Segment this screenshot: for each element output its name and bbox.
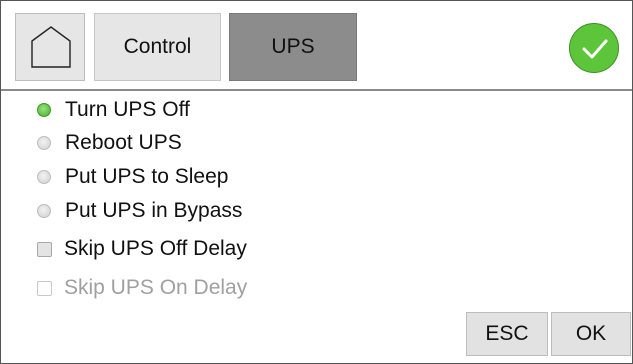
checkbox[interactable] — [37, 241, 52, 257]
checkbox-label: Skip UPS Off Delay — [64, 237, 247, 260]
radio-label: Put UPS in Bypass — [65, 199, 243, 222]
radio-turn-ups-off[interactable]: Turn UPS Off — [37, 95, 190, 125]
ok-button[interactable]: OK — [551, 312, 631, 356]
ups-control-panel: Control UPS Turn UPS Off Reboot UPS Put … — [0, 0, 633, 364]
ok-button-label: OK — [575, 322, 607, 345]
tab-ups-label: UPS — [271, 35, 315, 58]
status-ok-indicator — [569, 23, 619, 73]
esc-button[interactable]: ESC — [466, 312, 548, 356]
tab-control[interactable]: Control — [94, 13, 221, 81]
home-icon — [31, 26, 71, 68]
radio-put-ups-in-bypass[interactable]: Put UPS in Bypass — [37, 196, 242, 226]
checkbox-label: Skip UPS On Delay — [64, 276, 248, 299]
checkbox-skip-ups-off-delay[interactable]: Skip UPS Off Delay — [37, 234, 247, 264]
checkmark-icon — [582, 39, 608, 59]
radio-button[interactable] — [37, 136, 51, 150]
esc-button-label: ESC — [485, 322, 529, 345]
tab-ups[interactable]: UPS — [229, 13, 357, 81]
radio-button-selected[interactable] — [37, 103, 51, 117]
tab-control-label: Control — [123, 35, 192, 58]
radio-button[interactable] — [37, 204, 51, 218]
header-bar: Control UPS — [1, 1, 632, 91]
checkbox-skip-ups-on-delay: Skip UPS On Delay — [37, 273, 247, 303]
radio-reboot-ups[interactable]: Reboot UPS — [37, 128, 182, 158]
radio-button[interactable] — [37, 170, 51, 184]
home-button[interactable] — [15, 13, 85, 81]
radio-put-ups-to-sleep[interactable]: Put UPS to Sleep — [37, 162, 228, 192]
checkbox-disabled — [37, 280, 52, 296]
radio-label: Turn UPS Off — [65, 98, 190, 121]
radio-label: Reboot UPS — [65, 131, 182, 154]
radio-label: Put UPS to Sleep — [65, 165, 229, 188]
